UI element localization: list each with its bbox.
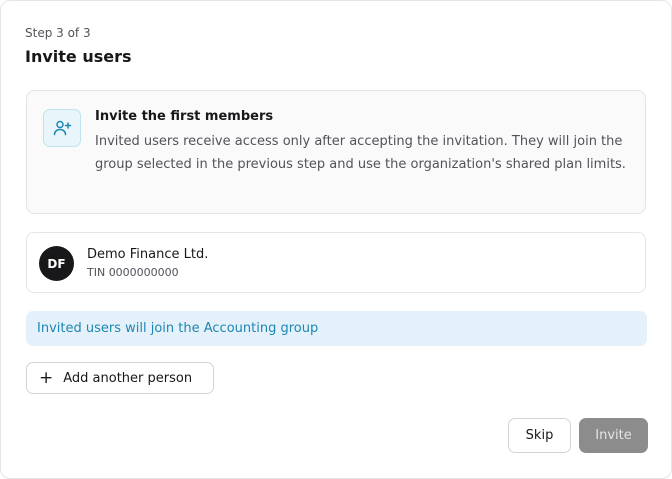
page-title: Invite users xyxy=(25,47,132,66)
company-name: Demo Finance Ltd. xyxy=(87,247,209,262)
company-tin: TIN 0000000000 xyxy=(87,266,179,279)
step-indicator: Step 3 of 3 xyxy=(25,26,91,40)
add-another-person-label: Add another person xyxy=(63,370,193,386)
info-box: Invite the first members Invited users r… xyxy=(26,90,646,214)
company-card: DF Demo Finance Ltd. TIN 0000000000 xyxy=(26,232,646,293)
invite-button[interactable]: Invite xyxy=(579,418,648,453)
info-title: Invite the first members xyxy=(95,109,274,124)
user-plus-icon xyxy=(43,109,81,147)
avatar: DF xyxy=(39,246,74,281)
invite-users-card: Step 3 of 3 Invite users Invite the firs… xyxy=(0,0,672,479)
add-another-person-button[interactable]: + Add another person xyxy=(26,362,214,394)
plus-icon: + xyxy=(39,367,54,388)
group-notice: Invited users will join the Accounting g… xyxy=(26,311,647,346)
skip-button[interactable]: Skip xyxy=(508,418,571,453)
info-description: Invited users receive access only after … xyxy=(95,134,626,172)
